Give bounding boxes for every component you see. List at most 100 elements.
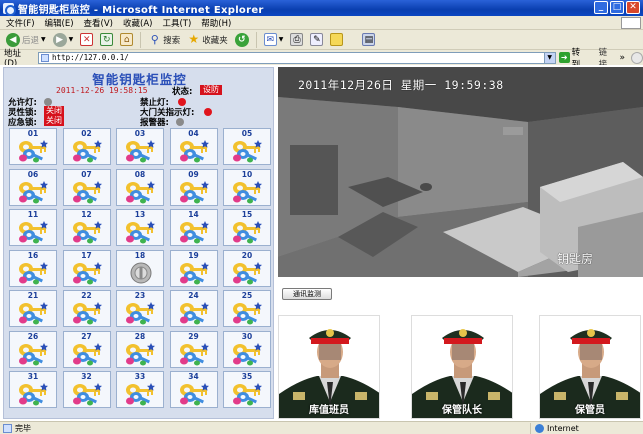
menu-file[interactable]: 文件(F) — [6, 17, 35, 29]
address-bar: 地址(D) http://127.0.0.1/ ▼ ➜ 转到 链接 » — [0, 48, 643, 70]
status-label: 状态: — [172, 87, 193, 97]
slot-number: 17 — [81, 250, 92, 260]
key-slot-29[interactable]: 29 — [169, 330, 218, 368]
staff-card-1: 库值班员 — [278, 315, 380, 419]
forward-button[interactable]: ▶ ▼ — [51, 31, 76, 49]
address-dropdown[interactable]: ▼ — [543, 52, 555, 63]
key-icon — [72, 180, 102, 203]
zone-text: Internet — [547, 424, 579, 433]
go-arrow-icon[interactable]: ➜ — [558, 52, 570, 63]
slot-number: 28 — [134, 331, 146, 341]
camera-image — [278, 67, 643, 277]
minimize-button[interactable]: _ — [594, 1, 608, 14]
key-icon — [179, 383, 209, 406]
key-slot-34[interactable]: 34 — [169, 371, 218, 408]
key-icon — [179, 261, 209, 284]
menu-favorites[interactable]: 收藏(A) — [123, 17, 152, 29]
key-slot-16[interactable]: 16 — [9, 249, 57, 287]
refresh-icon: ↻ — [100, 33, 114, 46]
key-slot-14[interactable]: 14 — [169, 209, 218, 246]
search-icon: ⚲ — [150, 33, 159, 46]
stop-icon: ✕ — [80, 33, 94, 46]
slot-number: 01 — [27, 129, 39, 138]
key-slot-11[interactable]: 11 — [9, 209, 57, 246]
print-button[interactable]: ⎙ — [288, 31, 305, 49]
stop-button[interactable]: ✕ — [78, 31, 95, 49]
favorites-button[interactable]: ★ 收藏夹 — [185, 31, 230, 49]
staff-role: 保管员 — [575, 405, 605, 416]
slot-number: 15 — [241, 210, 253, 219]
key-slot-12[interactable]: 12 — [62, 209, 111, 246]
maximize-button[interactable]: □ — [610, 1, 624, 14]
key-slot-23[interactable]: 23 — [116, 290, 164, 327]
staff-card-3: 保管员 — [539, 315, 641, 419]
key-slot-20[interactable]: 20 — [223, 249, 271, 287]
edit-button[interactable]: ✎ — [308, 31, 325, 49]
key-slot-22[interactable]: 22 — [62, 290, 111, 327]
key-slot-35[interactable]: 35 — [223, 371, 271, 408]
home-icon: ⌂ — [120, 33, 134, 46]
search-button[interactable]: ⚲ 搜索 — [146, 31, 182, 49]
key-slot-24[interactable]: 24 — [169, 290, 218, 327]
key-slot-02[interactable]: 02 — [62, 128, 111, 165]
status-badge: 设防 — [200, 85, 222, 95]
mail-button[interactable]: ✉ ▼ — [262, 31, 286, 49]
key-slot-03[interactable]: 03 — [116, 128, 164, 165]
chevron-right-icon[interactable]: » — [620, 53, 626, 63]
key-slot-31[interactable]: 31 — [9, 371, 57, 408]
history-button[interactable]: ↺ — [233, 31, 251, 49]
key-icon — [233, 140, 262, 163]
comm-check-button[interactable]: 通讯监测 — [282, 288, 332, 300]
key-icon — [233, 383, 262, 406]
title-bar: 智能钥匙柜监控 - Microsoft Internet Explorer _ … — [0, 0, 643, 16]
close-button[interactable]: ✕ — [626, 1, 640, 14]
key-slot-26[interactable]: 26 — [9, 330, 57, 368]
slot-number: 11 — [27, 210, 39, 219]
home-button[interactable]: ⌂ — [118, 31, 135, 49]
history-icon: ↺ — [234, 32, 249, 47]
key-slot-27[interactable]: 27 — [62, 330, 111, 368]
key-slot-21[interactable]: 21 — [9, 290, 57, 327]
key-slot-28[interactable]: 28 — [116, 330, 164, 368]
slot-number: 03 — [134, 129, 146, 138]
key-slot-25[interactable]: 25 — [223, 290, 271, 327]
menu-help[interactable]: 帮助(H) — [201, 17, 231, 29]
slot-number: 29 — [188, 331, 199, 341]
windows-logo-icon — [621, 17, 641, 29]
key-slot-05[interactable]: 05 — [223, 128, 271, 165]
menu-view[interactable]: 查看(V) — [84, 17, 113, 29]
key-slot-01[interactable]: 01 — [9, 128, 57, 165]
key-icon — [233, 180, 262, 203]
alarm-label: 报警器: — [140, 118, 169, 128]
address-input[interactable]: http://127.0.0.1/ ▼ — [38, 51, 556, 64]
key-icon — [19, 383, 48, 406]
menu-tools[interactable]: 工具(T) — [162, 17, 191, 29]
key-slot-19[interactable]: 19 — [169, 249, 218, 287]
key-icon — [72, 261, 102, 284]
menu-edit[interactable]: 编辑(E) — [45, 17, 74, 29]
key-slot-08[interactable]: 08 — [116, 168, 164, 206]
slot-number: 24 — [188, 291, 199, 300]
slot-number: 18 — [134, 250, 146, 260]
key-slot-30[interactable]: 30 — [223, 330, 271, 368]
discuss-button[interactable] — [328, 31, 345, 49]
key-icon — [179, 342, 209, 365]
slot-number: 09 — [188, 169, 199, 179]
key-slot-32[interactable]: 32 — [62, 371, 111, 408]
key-slot-04[interactable]: 04 — [169, 128, 218, 165]
key-slot-09[interactable]: 09 — [169, 168, 218, 206]
key-slot-13[interactable]: 13 — [116, 209, 164, 246]
messenger-button[interactable]: ▤ — [360, 31, 377, 49]
back-arrow-icon: ◀ — [6, 32, 20, 47]
key-slot-17[interactable]: 17 — [62, 249, 111, 287]
key-slot-18[interactable]: 18 — [116, 249, 164, 287]
key-slot-15[interactable]: 15 — [223, 209, 271, 246]
key-icon — [233, 342, 262, 365]
key-slot-06[interactable]: 06 — [9, 168, 57, 206]
key-icon — [19, 140, 48, 163]
key-slot-10[interactable]: 10 — [223, 168, 271, 206]
key-slot-07[interactable]: 07 — [62, 168, 111, 206]
key-slot-33[interactable]: 33 — [116, 371, 164, 408]
refresh-button[interactable]: ↻ — [98, 31, 115, 49]
settings-icon[interactable] — [631, 51, 643, 64]
